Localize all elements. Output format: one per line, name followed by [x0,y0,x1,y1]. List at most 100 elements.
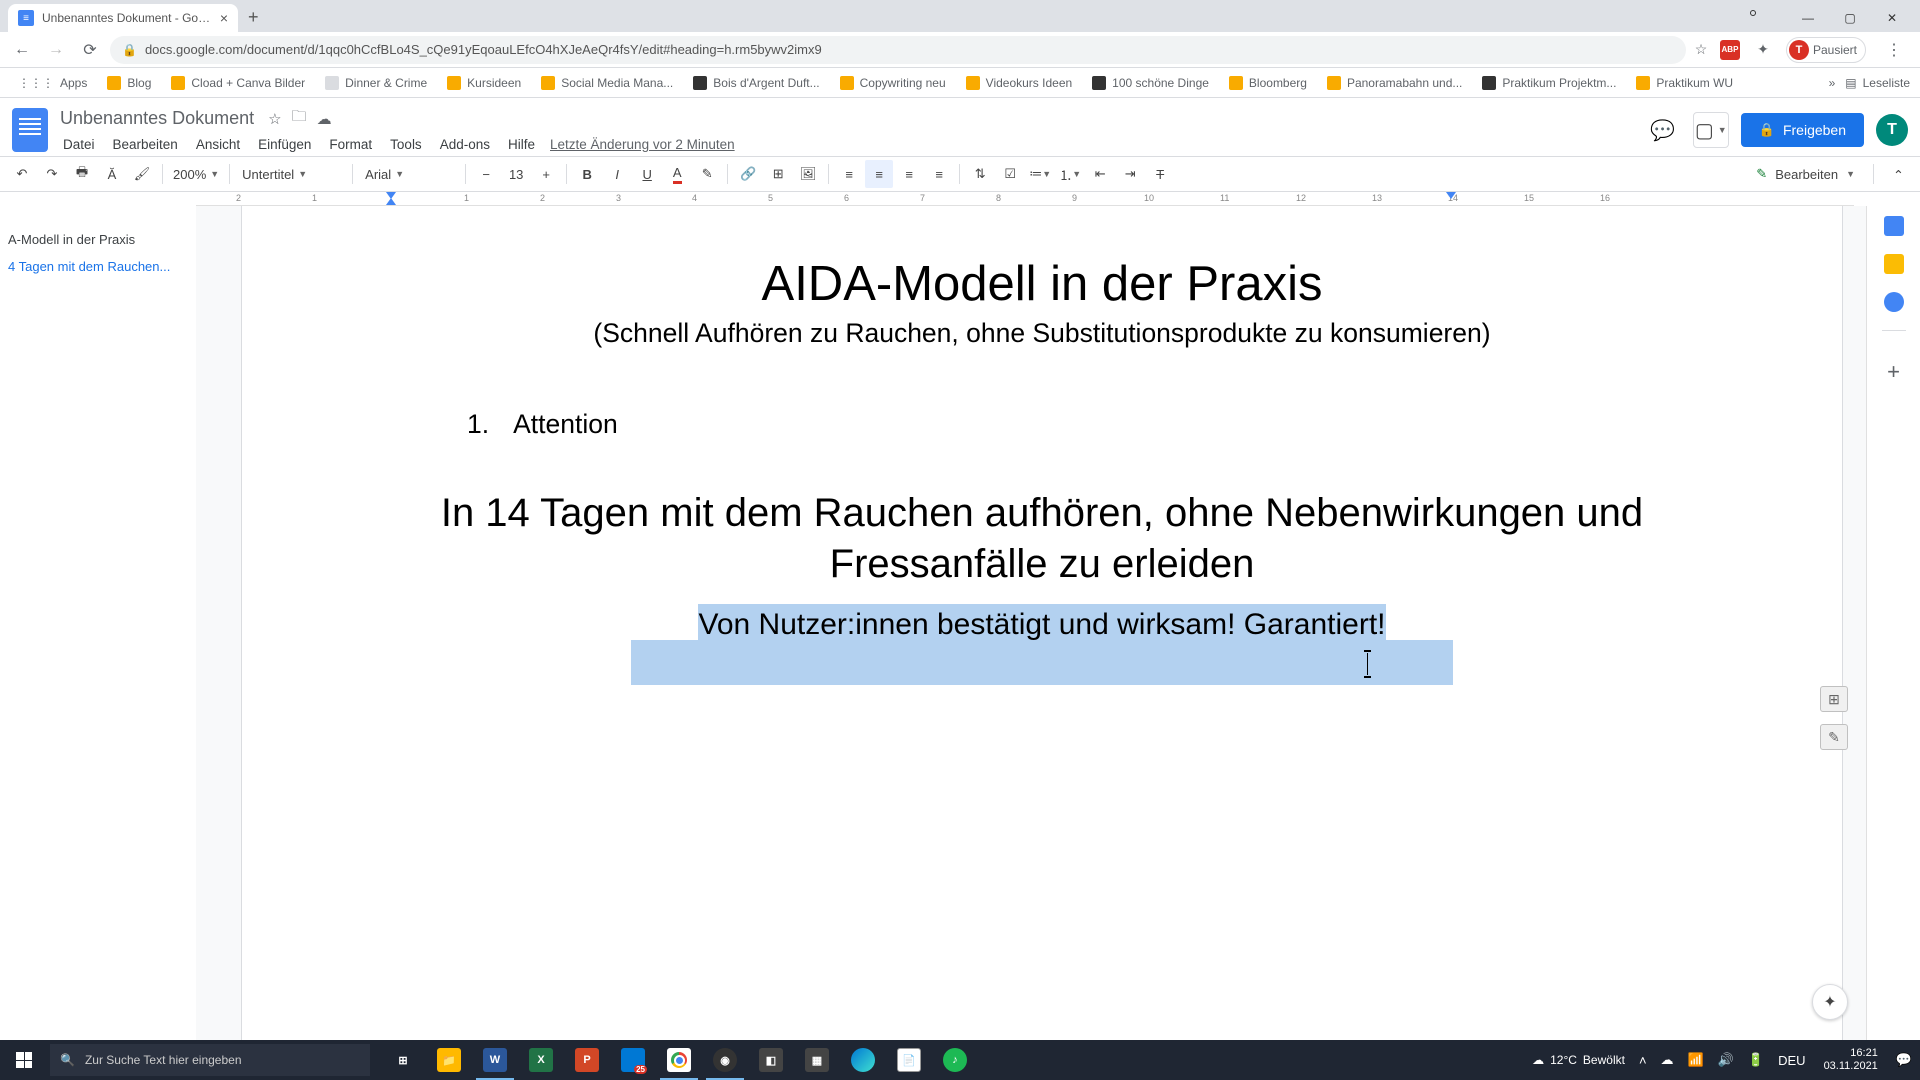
clear-formatting-button[interactable]: T [1146,160,1174,188]
editing-mode-select[interactable]: ✎Bearbeiten▼ [1748,162,1863,186]
paint-format-button[interactable]: 🖌 [128,160,156,188]
browser-tab[interactable]: ≡ Unbenanntes Dokument - Googl × [8,4,238,32]
spellcheck-button[interactable]: Ă [98,160,126,188]
paragraph-style-select[interactable]: Untertitel▼ [236,167,346,182]
spotify-icon[interactable]: ♪ [932,1040,978,1080]
close-window-button[interactable]: ✕ [1872,4,1912,32]
volume-icon[interactable]: 🔊 [1718,1052,1734,1068]
reload-button[interactable]: ⟳ [76,36,104,64]
cloud-status-icon[interactable]: ☁ [317,110,332,128]
outline-heading[interactable]: A-Modell in der Praxis [0,226,196,253]
tab-close-button[interactable]: × [220,10,228,26]
menu-tools[interactable]: Tools [383,133,429,156]
taskbar-clock[interactable]: 16:2103.11.2021 [1820,1047,1882,1073]
doc-title-text[interactable]: AIDA-Modell in der Praxis [432,256,1652,312]
numbered-list-button[interactable]: ⒈▼ [1056,160,1084,188]
numbered-list-item[interactable]: 1.Attention [467,409,1652,440]
profile-button[interactable]: T Pausiert [1786,37,1866,63]
undo-button[interactable]: ↶ [8,160,36,188]
maximize-button[interactable]: ▢ [1830,4,1870,32]
photos-icon[interactable]: 25 [610,1040,656,1080]
powerpoint-icon[interactable]: P [564,1040,610,1080]
menu-insert[interactable]: Einfügen [251,133,318,156]
docs-home-icon[interactable] [12,108,48,152]
bookmark-item[interactable]: Panoramabahn und... [1319,72,1470,94]
bookmark-item[interactable]: Cload + Canva Bilder [163,72,313,94]
add-comment-button[interactable]: ⊞ [764,160,792,188]
horizontal-ruler[interactable]: 2 1 1 2 3 4 5 6 7 8 9 10 11 12 13 14 15 … [196,192,1854,206]
doc-heading2-text[interactable]: In 14 Tagen mit dem Rauchen aufhören, oh… [432,488,1652,590]
decrease-indent-button[interactable]: ⇤ [1086,160,1114,188]
bookmark-item[interactable]: Praktikum WU [1628,72,1741,94]
minimize-button[interactable]: — [1788,4,1828,32]
font-family-select[interactable]: Arial▼ [359,167,459,182]
align-right-button[interactable]: ≡ [895,160,923,188]
italic-button[interactable]: I [603,160,631,188]
document-page[interactable]: AIDA-Modell in der Praxis (Schnell Aufhö… [241,206,1843,1048]
start-button[interactable] [0,1040,48,1080]
reading-list-button[interactable]: ▤Leseliste [1845,76,1910,90]
font-size-increment[interactable]: + [532,160,560,188]
insert-link-button[interactable]: 🔗 [734,160,762,188]
bookmark-item[interactable]: Social Media Mana... [533,72,681,94]
chrome-icon[interactable] [656,1040,702,1080]
outline-subheading[interactable]: 4 Tagen mit dem Rauchen... [0,253,196,280]
taskbar-search-input[interactable]: 🔍Zur Suche Text hier eingeben [50,1044,370,1076]
print-button[interactable]: 🖶 [68,160,96,188]
bookmark-item[interactable]: Bloomberg [1221,72,1315,94]
increase-indent-button[interactable]: ⇥ [1116,160,1144,188]
document-canvas[interactable]: AIDA-Modell in der Praxis (Schnell Aufhö… [196,206,1866,1048]
url-input[interactable]: 🔒 docs.google.com/document/d/1qqc0hCcfBL… [110,36,1686,64]
add-addon-button[interactable]: + [1887,359,1900,385]
bookmark-item[interactable]: Blog [99,72,159,94]
chrome-account-indicator[interactable] [1750,10,1756,16]
notepad-icon[interactable]: 📄 [886,1040,932,1080]
font-size-decrement[interactable]: − [472,160,500,188]
checklist-button[interactable]: ☑ [996,160,1024,188]
bookmark-item[interactable]: Copywriting neu [832,72,954,94]
file-explorer-icon[interactable]: 📁 [426,1040,472,1080]
menu-addons[interactable]: Add-ons [433,133,497,156]
excel-icon[interactable]: X [518,1040,564,1080]
align-center-button[interactable]: ≡ [865,160,893,188]
bookmark-item[interactable]: Dinner & Crime [317,72,435,94]
align-justify-button[interactable]: ≡ [925,160,953,188]
bookmark-item[interactable]: Kursideen [439,72,529,94]
doc-subtitle2-text[interactable]: Von Nutzer:innen bestätigt und wirksam! … [432,608,1652,642]
wifi-icon[interactable]: 📶 [1688,1052,1704,1068]
highlight-color-button[interactable]: ✎ [693,160,721,188]
extensions-icon[interactable]: ✦ [1754,41,1772,59]
text-color-button[interactable]: A [663,160,691,188]
doc-subtitle-text[interactable]: (Schnell Aufhören zu Rauchen, ohne Subst… [432,318,1652,349]
menu-view[interactable]: Ansicht [189,133,247,156]
add-comment-floating-button[interactable]: ⊞ [1820,686,1848,712]
edge-icon[interactable] [840,1040,886,1080]
app-icon[interactable]: ▦ [794,1040,840,1080]
align-left-button[interactable]: ≡ [835,160,863,188]
bookmark-item[interactable]: Videokurs Ideen [958,72,1081,94]
menu-edit[interactable]: Bearbeiten [106,133,185,156]
first-line-indent-marker[interactable] [386,198,396,205]
last-edit-link[interactable]: Letzte Änderung vor 2 Minuten [550,137,735,152]
chrome-menu-button[interactable]: ⋮ [1880,40,1908,60]
bookmark-star-icon[interactable]: ☆ [1692,41,1710,59]
bookmarks-overflow-button[interactable]: » [1823,76,1842,90]
task-view-button[interactable]: ⊞ [380,1040,426,1080]
collapse-toolbar-button[interactable]: ⌄ [1884,160,1912,188]
account-avatar[interactable]: T [1876,114,1908,146]
move-icon[interactable]: 🗀 [292,106,307,131]
onedrive-icon[interactable]: ☁ [1661,1052,1674,1068]
star-icon[interactable]: ☆ [268,110,281,128]
new-tab-button[interactable]: + [238,3,269,32]
zoom-select[interactable]: 200%▼ [169,167,223,182]
redo-button[interactable]: ↷ [38,160,66,188]
back-button[interactable]: ← [8,36,36,64]
bold-button[interactable]: B [573,160,601,188]
right-indent-marker[interactable] [1446,192,1456,199]
font-size-input[interactable]: 13 [502,160,530,188]
tray-overflow-icon[interactable]: ˄ [1639,1053,1647,1068]
notifications-icon[interactable]: 💬 [1896,1052,1912,1068]
keep-icon[interactable] [1884,254,1904,274]
present-button[interactable]: ▢▼ [1693,112,1729,148]
share-button[interactable]: 🔒Freigeben [1741,113,1864,147]
